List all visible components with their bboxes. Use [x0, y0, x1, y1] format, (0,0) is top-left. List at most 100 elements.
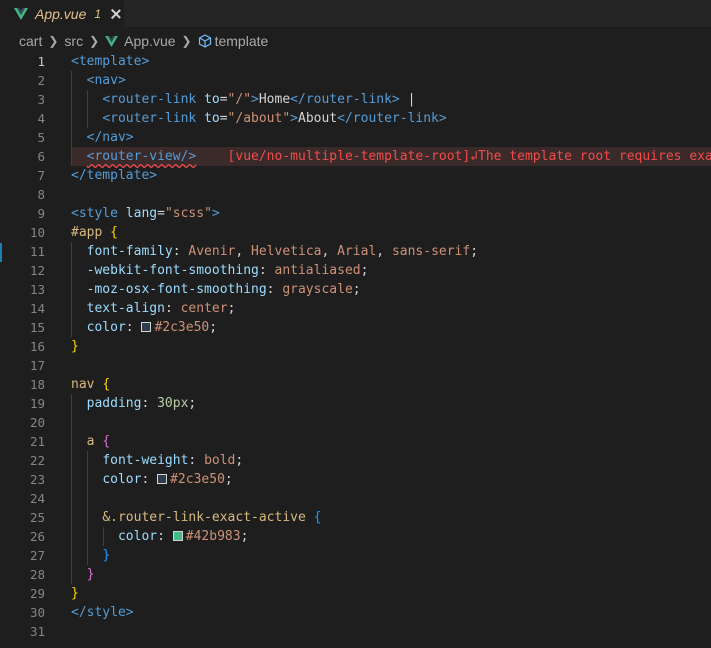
line-number: 29 [29, 586, 45, 601]
html-tag: <router-link [102, 92, 197, 107]
vue-file-icon [105, 35, 119, 47]
indent-guide [71, 451, 72, 470]
symbol-cube-icon [198, 34, 211, 48]
line-number: 30 [29, 605, 45, 620]
indent-guide [71, 508, 72, 527]
css-number: 30px [157, 396, 189, 411]
link-text: About [298, 111, 338, 126]
breadcrumb-template[interactable]: template [215, 33, 269, 49]
color-swatch[interactable] [172, 531, 183, 541]
chevron-right-icon: ❯ [181, 34, 192, 48]
css-property: padding [86, 396, 142, 411]
line-number: 4 [37, 111, 45, 126]
indent-guide [87, 489, 88, 508]
css-selector: a [86, 434, 95, 449]
css-value: Arial [337, 244, 377, 259]
css-property: color [102, 472, 142, 487]
equals-sign: = [219, 111, 228, 126]
link-text: Home [258, 92, 291, 107]
code-lines[interactable]: <template> <nav> <router-link to="/">Hom… [71, 52, 711, 641]
brace: { [313, 510, 322, 525]
attribute-value: "/about" [227, 111, 291, 126]
css-property: color [86, 320, 126, 335]
indent-guide [87, 546, 88, 565]
equals-sign: = [157, 206, 165, 221]
indent-guide [71, 318, 72, 337]
code-line: color: #2c3e50; [71, 470, 711, 489]
code-line: <style lang="scss"> [71, 204, 711, 223]
css-value: antialiased [274, 263, 361, 278]
indent-guide [71, 109, 72, 128]
line-number-gutter: 1 2 3 4 5 6 7 8 9 10 11 12 13 14 15 16 1… [0, 52, 48, 641]
close-icon[interactable] [110, 8, 122, 20]
css-value: #42b983 [185, 529, 241, 544]
css-value: grayscale [282, 282, 353, 297]
indent-guide [87, 109, 88, 128]
indent-guide [87, 90, 88, 109]
brace: } [102, 548, 111, 563]
indent-guide [71, 147, 72, 166]
html-tag: </template> [71, 168, 158, 183]
indent-guide [71, 71, 72, 90]
brace: { [102, 434, 111, 449]
html-attribute: to [204, 111, 220, 126]
code-line: color: #2c3e50; [71, 318, 711, 337]
css-value: sans-serif [391, 244, 471, 259]
tag-end: > [290, 111, 298, 126]
code-line: } [71, 546, 711, 565]
line-number: 28 [29, 567, 45, 582]
line-number: 19 [29, 396, 45, 411]
indent-guide [71, 90, 72, 109]
breadcrumb-src[interactable]: src [64, 33, 83, 49]
line-number: 7 [37, 168, 45, 183]
css-property: color [117, 529, 158, 544]
line-number: 27 [29, 548, 45, 563]
color-swatch[interactable] [157, 474, 168, 484]
line-number: 17 [29, 358, 45, 373]
css-property: -moz-osx-font-smoothing [86, 282, 267, 297]
code-line: -webkit-font-smoothing: antialiased; [71, 261, 711, 280]
line-number: 18 [29, 377, 45, 392]
html-attribute: lang [125, 206, 158, 221]
attribute-value: "/" [227, 92, 252, 107]
line-number: 8 [37, 187, 45, 202]
attribute-value: "scss" [164, 206, 212, 221]
html-tag: <template> [71, 54, 150, 69]
tag-end: > [251, 92, 259, 107]
code-line: <router-link to="/about">About</router-l… [71, 109, 711, 128]
code-line: </template> [71, 166, 711, 185]
line-number: 13 [29, 282, 45, 297]
tab-app-vue[interactable]: App.vue 1 [0, 0, 124, 27]
indent-guide [71, 565, 72, 584]
line-number: 11 [29, 244, 45, 259]
code-line: } [71, 584, 711, 603]
vue-file-icon [14, 7, 28, 20]
inline-error-message[interactable]: [vue/no-multiple-template-root]↲The temp… [228, 149, 711, 164]
css-value: #2c3e50 [154, 320, 210, 335]
indent-guide [87, 508, 88, 527]
code-editor[interactable]: 1 2 3 4 5 6 7 8 9 10 11 12 13 14 15 16 1… [0, 52, 711, 648]
breadcrumb-cart[interactable]: cart [19, 33, 42, 49]
color-swatch[interactable] [141, 322, 152, 332]
html-attribute: to [204, 92, 220, 107]
css-selector: #app [71, 225, 103, 240]
css-property: font-family [86, 244, 173, 259]
tab-label: App.vue [35, 5, 87, 22]
indent-guide [71, 128, 72, 147]
indent-guide [71, 470, 72, 489]
indent-guide [71, 432, 72, 451]
line-number: 16 [29, 339, 45, 354]
breadcrumb-app-vue[interactable]: App.vue [124, 33, 175, 49]
code-line: <router-link to="/">Home</router-link> | [71, 90, 711, 109]
indent-guide [103, 527, 104, 546]
indent-guide [87, 527, 88, 546]
html-tag: <router-link [102, 111, 197, 126]
code-line: color: #42b983; [71, 527, 711, 546]
indent-guide [87, 470, 88, 489]
line-number: 15 [29, 320, 45, 335]
indent-guide [71, 527, 72, 546]
code-line: <nav> [71, 71, 711, 90]
line-number: 31 [29, 624, 45, 639]
